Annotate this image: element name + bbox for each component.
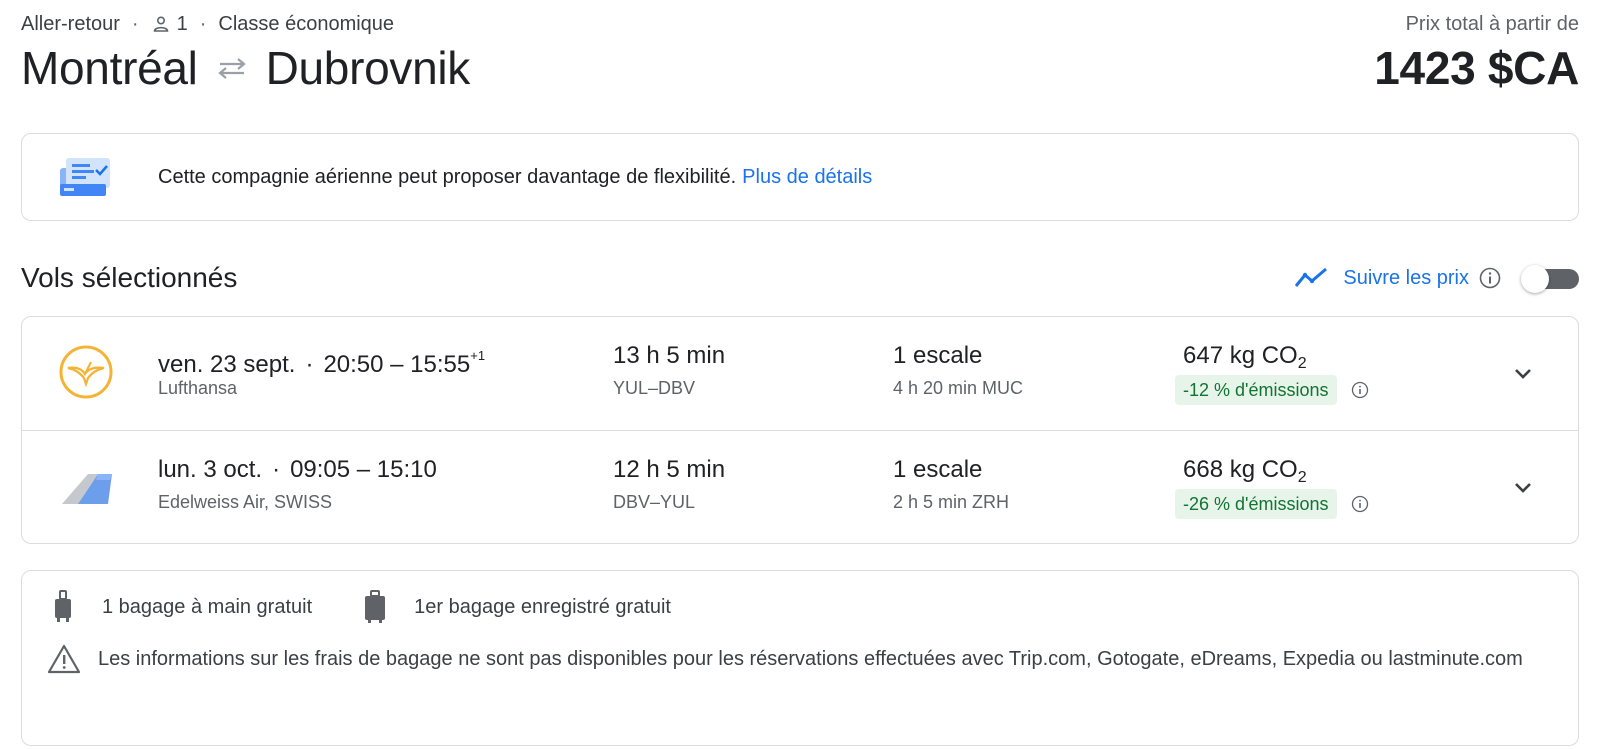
flight-time-range: 20:50 – 15:55 (323, 351, 471, 378)
separator-dot: · (305, 351, 314, 378)
flight-duration: 13 h 5 min YUL–DBV (613, 339, 725, 403)
flight-stops: 1 escale 2 h 5 min ZRH (893, 453, 1009, 517)
flight-stops: 1 escale 4 h 20 min MUC (893, 339, 1023, 403)
flight-duration: 12 h 5 min DBV–YUL (613, 453, 725, 517)
emissions-badge: -26 % d'émissions (1175, 489, 1337, 519)
co2-subscript: 2 (1297, 469, 1307, 486)
flight-times: ven. 23 sept. · 20:50 – 15:55+1 Lufthansa (158, 339, 485, 403)
info-icon[interactable] (1479, 267, 1501, 289)
co2-value: 647 kg CO (1183, 342, 1298, 369)
flexibility-banner: Cette compagnie aérienne peut proposer d… (21, 133, 1579, 221)
separator-dot: · (272, 456, 281, 483)
destination-city: Dubrovnik (265, 42, 471, 94)
route-title: Montréal Dubrovnik (21, 40, 470, 96)
chevron-down-icon[interactable] (1508, 473, 1538, 503)
cabin-class[interactable]: Classe économique (218, 13, 394, 36)
trip-header: Aller-retour · 1 · Classe économique Mon… (21, 10, 1579, 100)
round-trip-arrows-icon (214, 54, 250, 82)
lufthansa-crane-icon (59, 345, 113, 399)
info-icon[interactable] (1351, 495, 1369, 513)
stops-count: 1 escale (893, 456, 983, 483)
separator-dot: · (199, 12, 207, 35)
carry-on-item: 1 bagage à main gratuit (22, 590, 312, 624)
baggage-warning-text: Les informations sur les frais de bagage… (98, 648, 1523, 670)
layover-info: 4 h 20 min MUC (893, 378, 1024, 398)
flight-row-return[interactable]: lun. 3 oct. · 09:05 – 15:10 Edelweiss Air,… (22, 431, 1578, 545)
flight-row-outbound[interactable]: ven. 23 sept. · 20:50 – 15:55+1 Lufthansa … (22, 317, 1578, 431)
checked-bag-item: 1er bagage enregistré gratuit (312, 590, 671, 624)
co2-subscript: 2 (1297, 355, 1307, 372)
separator-dot: · (131, 12, 139, 35)
ticket-icon (60, 158, 110, 196)
flights-list: ven. 23 sept. · 20:50 – 15:55+1 Lufthansa … (21, 316, 1579, 544)
airport-route: DBV–YUL (613, 492, 696, 512)
more-details-link[interactable]: Plus de détails (742, 166, 872, 189)
passenger-count[interactable]: 1 (177, 13, 188, 36)
day-offset: +1 (470, 348, 486, 363)
trip-meta: Aller-retour · 1 · Classe économique (21, 10, 394, 38)
track-prices-toggle[interactable] (1521, 265, 1579, 293)
trip-type[interactable]: Aller-retour (21, 13, 120, 36)
flight-date: lun. 3 oct. (158, 456, 263, 483)
total-price: 1423 $CA (1374, 42, 1579, 94)
chevron-down-icon[interactable] (1508, 359, 1538, 389)
track-prices: Suivre les prix (1293, 260, 1579, 296)
checked-bag-icon (365, 590, 386, 623)
person-icon (151, 14, 171, 34)
checked-bag-label: 1er bagage enregistré gratuit (414, 595, 671, 618)
track-prices-label[interactable]: Suivre les prix (1343, 267, 1469, 290)
toggle-knob (1521, 265, 1549, 293)
airline-name: Edelweiss Air, SWISS (158, 492, 333, 512)
price-trend-icon (1295, 267, 1328, 287)
duration-value: 13 h 5 min (613, 342, 726, 369)
price-label: Prix total à partir de (1405, 13, 1579, 35)
selected-flights-title: Vols sélectionnés (21, 262, 238, 293)
emissions-badge: -12 % d'émissions (1175, 375, 1337, 405)
edelweiss-tail-icon (62, 474, 112, 504)
carry-on-bag-icon (55, 590, 71, 622)
flight-times: lun. 3 oct. · 09:05 – 15:10 Edelweiss Air,… (158, 453, 437, 517)
duration-value: 12 h 5 min (613, 456, 726, 483)
warning-icon (47, 644, 81, 674)
co2-value: 668 kg CO (1183, 456, 1298, 483)
stops-count: 1 escale (893, 342, 983, 369)
flexibility-message: Cette compagnie aérienne peut proposer d… (158, 165, 737, 188)
baggage-warning: Les informations sur les frais de bagage… (22, 641, 1528, 677)
flight-emissions: 647 kg CO2 -12 % d'émissions (1175, 339, 1369, 405)
origin-city: Montréal (21, 42, 198, 94)
flight-time-range: 09:05 – 15:10 (290, 456, 437, 483)
info-icon[interactable] (1351, 381, 1369, 399)
baggage-allowance: 1 bagage à main gratuit 1er bagage enreg… (22, 589, 671, 625)
airport-route: YUL–DBV (613, 378, 696, 398)
layover-info: 2 h 5 min ZRH (893, 492, 1010, 512)
baggage-info: 1 bagage à main gratuit 1er bagage enreg… (21, 570, 1579, 746)
carry-on-label: 1 bagage à main gratuit (102, 595, 313, 618)
flight-emissions: 668 kg CO2 -26 % d'émissions (1175, 453, 1369, 519)
